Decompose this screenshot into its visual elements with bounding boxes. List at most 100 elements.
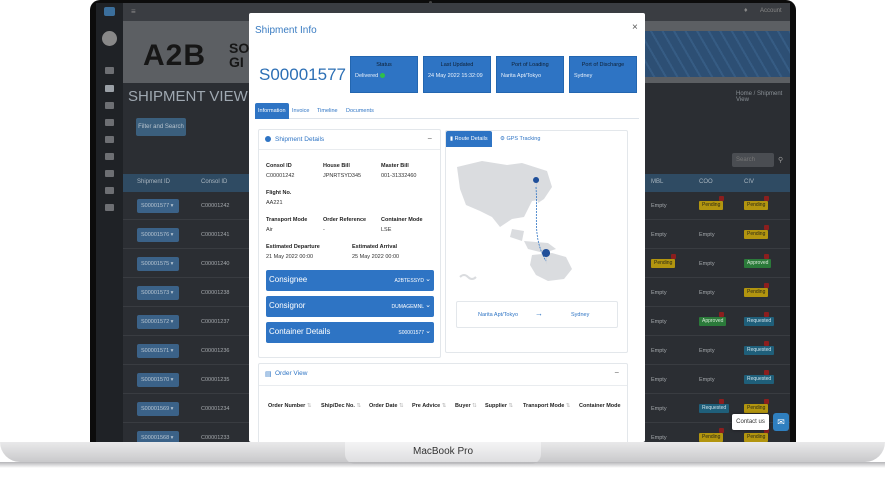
contact-us-button[interactable]: Contact us	[732, 414, 769, 430]
laptop-frame: ≡ ♦ Account A2B SO GI SHIPMENT VIEW Home …	[0, 0, 885, 477]
tab-information[interactable]: Information	[255, 103, 289, 119]
sort-icon[interactable]: ⇅	[509, 403, 514, 409]
container-details-accordion[interactable]: Container Details S00001577 ⌄	[266, 322, 434, 343]
consignor-accordion[interactable]: Consignor DUMAGEMNL ⌄	[266, 296, 434, 317]
tab-route-details[interactable]: ▮ Route Details	[446, 131, 492, 147]
route-map[interactable]	[452, 157, 622, 287]
modal-tabs: Information Invoice Timeline Documents	[255, 103, 639, 119]
transport-mode-label: Transport Mode	[266, 217, 308, 223]
sort-icon[interactable]: ⇅	[472, 403, 477, 409]
document-icon[interactable]	[105, 187, 114, 194]
order-view-header: ▤ Order View −	[259, 364, 627, 386]
col-transport-mode[interactable]: Transport Mode ⇅	[523, 403, 570, 409]
dashboard-icon[interactable]	[105, 67, 114, 74]
port-of-discharge-box: Port of Discharge Sydney	[569, 56, 637, 93]
account-link[interactable]: Account	[760, 8, 782, 14]
col-pre-advice[interactable]: Pre Advice ⇅	[412, 403, 446, 409]
avatar[interactable]	[102, 31, 117, 46]
tab-documents[interactable]: Documents	[343, 103, 377, 119]
col-supplier-label: Supplier	[485, 403, 508, 409]
collapse-icon[interactable]: −	[427, 134, 432, 143]
chevron-down-icon[interactable]: ⌄	[425, 301, 431, 309]
file-icon[interactable]	[105, 204, 114, 211]
tab-invoice[interactable]: Invoice	[289, 103, 312, 119]
chevron-down-icon[interactable]: ⌄	[425, 275, 431, 283]
logo-line-2: GI	[229, 54, 244, 70]
exchange-icon[interactable]	[105, 136, 114, 143]
civ-status-badge: Approved	[744, 259, 772, 268]
arrow-right-icon: →	[535, 309, 543, 318]
mbl-cell: Empty	[651, 435, 667, 441]
chat-icon[interactable]: ✉	[773, 413, 789, 431]
mbl-cell: Empty	[651, 406, 667, 412]
shipment-dropdown-button[interactable]: S00001569 ▾	[137, 402, 179, 416]
col-shipment-id[interactable]: Shipment ID	[137, 179, 170, 185]
status-label: Status	[376, 62, 392, 68]
consol-id-cell: C00001240	[201, 261, 230, 267]
mbl-cell: Empty	[651, 290, 667, 296]
sort-icon[interactable]: ⇅	[356, 403, 361, 409]
shipment-dropdown-button[interactable]: S00001577 ▾	[137, 199, 179, 213]
bell-icon[interactable]: ♦	[744, 7, 748, 14]
sort-icon[interactable]: ⇅	[307, 403, 312, 409]
civ-status-badge: Pending	[744, 288, 769, 297]
layers-icon[interactable]	[105, 119, 114, 126]
sort-icon[interactable]: ⇅	[566, 403, 571, 409]
master-bill-value: 001-31332460	[381, 173, 417, 179]
screen: ≡ ♦ Account A2B SO GI SHIPMENT VIEW Home …	[96, 3, 790, 442]
chevron-down-icon[interactable]: ⌄	[425, 327, 431, 335]
col-order-number[interactable]: Order Number ⇅	[268, 403, 311, 409]
shipment-dropdown-button[interactable]: S00001575 ▾	[137, 257, 179, 271]
route-to: Sydney	[571, 312, 590, 318]
close-icon[interactable]: ×	[632, 22, 638, 33]
clipboard-icon[interactable]	[105, 102, 114, 109]
col-container-mode[interactable]: Container Mode	[579, 403, 621, 409]
shipment-dropdown-button[interactable]: S00001571 ▾	[137, 344, 179, 358]
col-order-date[interactable]: Order Date ⇅	[369, 403, 404, 409]
col-mbl[interactable]: MBL	[651, 179, 663, 185]
search-input[interactable]: Search	[732, 153, 774, 167]
shipment-dropdown-button[interactable]: S00001568 ▾	[137, 431, 179, 442]
search-icon[interactable]: ⚲	[778, 156, 783, 164]
sort-icon[interactable]: ⇅	[442, 403, 447, 409]
document-icon: ▤	[265, 371, 272, 378]
container-details-value: S00001577	[398, 330, 424, 336]
shipment-dropdown-button[interactable]: S00001570 ▾	[137, 373, 179, 387]
shipment-dropdown-button[interactable]: S00001576 ▾	[137, 228, 179, 242]
col-consol-id[interactable]: Consol ID	[201, 179, 227, 185]
col-civ[interactable]: CIV	[744, 179, 754, 185]
sort-icon[interactable]: ⇅	[399, 403, 404, 409]
consignee-accordion[interactable]: Consignee A2BTESSYD ⌄	[266, 270, 434, 291]
order-reference-label: Order Reference	[323, 217, 367, 223]
filter-button[interactable]: Filter and Search	[136, 118, 186, 136]
consol-id-cell: C00001236	[201, 348, 230, 354]
col-supplier[interactable]: Supplier ⇅	[485, 403, 513, 409]
col-transport-mode-label: Transport Mode	[523, 403, 565, 409]
container-mode-label: Container Mode	[381, 217, 423, 223]
consol-id-cell: C00001235	[201, 377, 230, 383]
truck-icon[interactable]	[105, 170, 114, 177]
coo-cell: Empty	[699, 232, 715, 238]
col-buyer[interactable]: Buyer ⇅	[455, 403, 477, 409]
coo-status-badge: Pending	[699, 201, 724, 210]
stack-icon[interactable]	[105, 153, 114, 160]
breadcrumb[interactable]: Home / Shipment View	[736, 91, 790, 103]
tab-timeline[interactable]: Timeline	[314, 103, 341, 119]
company-logo: A2B	[143, 39, 207, 72]
shipment-dropdown-button[interactable]: S00001573 ▾	[137, 286, 179, 300]
shipment-dropdown-button[interactable]: S00001572 ▾	[137, 315, 179, 329]
col-container-mode-label: Container Mode	[579, 403, 621, 409]
last-updated-box: Last Updated 24 May 2022 15:32:09	[423, 56, 491, 93]
menu-icon[interactable]: ≡	[131, 7, 136, 16]
shipment-info-modal: Shipment Info × S00001577 Status Deliver…	[249, 13, 645, 442]
consol-id-cell: C00001234	[201, 406, 230, 412]
sidebar	[96, 3, 123, 442]
port-of-loading-box: Port of Loading Narita Apt/Tokyo	[496, 56, 564, 93]
ship-icon[interactable]	[105, 85, 114, 92]
coo-status-badge: Pending	[699, 433, 724, 442]
col-ship-dec-no[interactable]: Ship/Dec No. ⇅	[321, 403, 361, 409]
collapse-icon[interactable]: −	[614, 368, 619, 377]
col-coo[interactable]: COO	[699, 179, 713, 185]
tab-gps-tracking[interactable]: ⚙ GPS Tracking	[496, 131, 544, 147]
app-logo-icon[interactable]	[104, 7, 115, 16]
